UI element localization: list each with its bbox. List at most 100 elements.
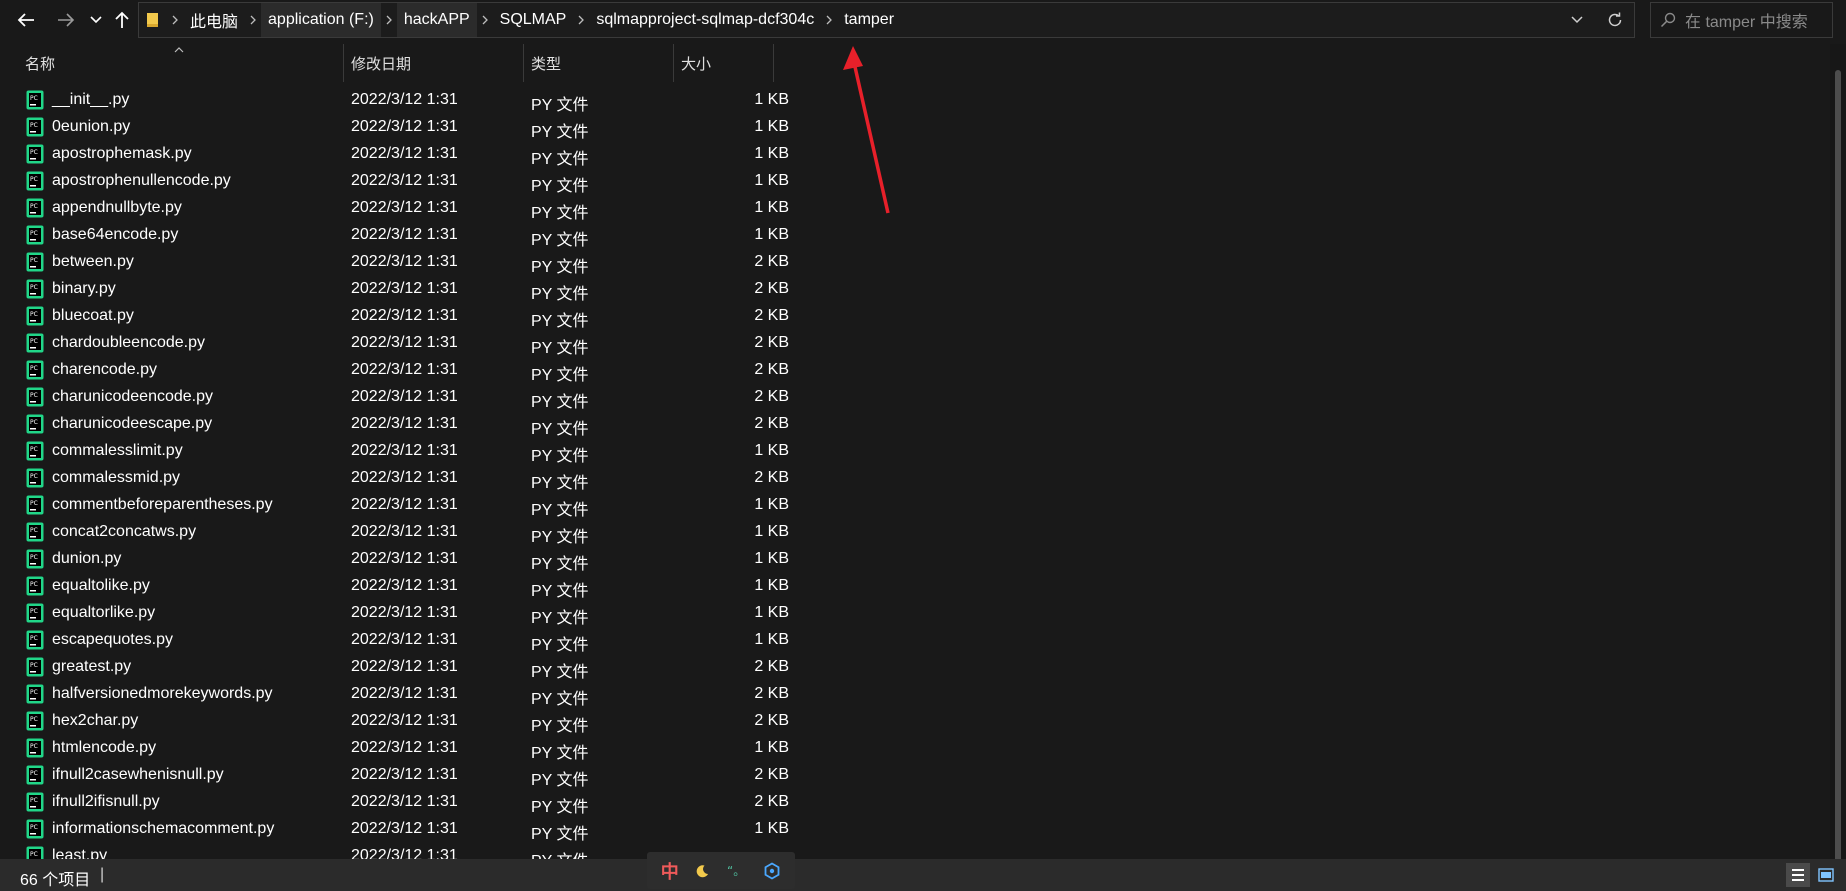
breadcrumb-tamper[interactable]: tamper	[837, 3, 901, 37]
moon-icon[interactable]	[694, 863, 710, 879]
punctuation-icon[interactable]: “。	[726, 863, 748, 879]
file-row[interactable]: PC hex2char.py 2022/3/12 1:31 PY 文件 2 KB	[24, 708, 789, 735]
file-row[interactable]: PC informationschemacomment.py 2022/3/12…	[24, 816, 789, 843]
file-size: 1 KB	[754, 820, 789, 837]
svg-text:PC: PC	[30, 473, 38, 480]
file-row[interactable]: PC apostrophemask.py 2022/3/12 1:31 PY 文…	[24, 141, 789, 168]
svg-text:PC: PC	[30, 176, 38, 183]
file-size: 2 KB	[754, 469, 789, 486]
file-row[interactable]: PC concat2concatws.py 2022/3/12 1:31 PY …	[24, 519, 789, 546]
item-count: 66 个项目	[20, 872, 91, 889]
file-size: 1 KB	[754, 631, 789, 648]
breadcrumb-separator	[477, 3, 493, 37]
pycharm-file-icon: PC	[26, 117, 44, 137]
file-date: 2022/3/12 1:31	[351, 91, 458, 108]
arrow-left-icon	[17, 13, 34, 27]
file-size: 2 KB	[754, 334, 789, 351]
search-box[interactable]: 在 tamper 中搜索	[1650, 2, 1833, 38]
large-icons-view-icon	[1818, 868, 1834, 882]
file-row[interactable]: PC htmlencode.py 2022/3/12 1:31 PY 文件 1 …	[24, 735, 789, 762]
file-type: PY 文件	[531, 232, 589, 249]
svg-text:PC: PC	[30, 608, 38, 615]
forward-button[interactable]	[55, 9, 77, 31]
file-row[interactable]: PC ifnull2ifisnull.py 2022/3/12 1:31 PY …	[24, 789, 789, 816]
up-button[interactable]	[111, 9, 133, 31]
file-row[interactable]: PC bluecoat.py 2022/3/12 1:31 PY 文件 2 KB	[24, 303, 789, 330]
file-date: 2022/3/12 1:31	[351, 820, 458, 837]
file-date: 2022/3/12 1:31	[351, 577, 458, 594]
file-date: 2022/3/12 1:31	[351, 118, 458, 135]
column-header-size[interactable]: 大小	[674, 44, 774, 82]
file-date: 2022/3/12 1:31	[351, 739, 458, 756]
breadcrumb-sqlmapproject[interactable]: sqlmapproject-sqlmap-dcf304c	[589, 3, 821, 37]
file-type: PY 文件	[531, 367, 589, 384]
scrollbar-thumb[interactable]	[1835, 70, 1841, 870]
breadcrumb-hackapp[interactable]: hackAPP	[396, 3, 477, 37]
file-name: greatest.py	[52, 658, 132, 675]
svg-text:PC: PC	[30, 392, 38, 399]
pycharm-file-icon: PC	[26, 279, 44, 299]
file-row[interactable]: PC commalesslimit.py 2022/3/12 1:31 PY 文…	[24, 438, 789, 465]
file-name: escapequotes.py	[52, 631, 173, 648]
file-row[interactable]: PC commalessmid.py 2022/3/12 1:31 PY 文件 …	[24, 465, 789, 492]
file-size: 2 KB	[754, 253, 789, 270]
breadcrumb-this-pc[interactable]: 此电脑	[183, 3, 245, 37]
pycharm-file-icon: PC	[26, 846, 44, 859]
file-name: __init__.py	[52, 91, 130, 108]
ime-mode-toggle[interactable]: 中	[661, 858, 679, 884]
file-row[interactable]: PC ifnull2casewhenisnull.py 2022/3/12 1:…	[24, 762, 789, 789]
file-type: PY 文件	[531, 205, 589, 222]
file-row[interactable]: PC commentbeforeparentheses.py 2022/3/12…	[24, 492, 789, 519]
file-row[interactable]: PC halfversionedmorekeywords.py 2022/3/1…	[24, 681, 789, 708]
file-row[interactable]: PC chardoubleencode.py 2022/3/12 1:31 PY…	[24, 330, 789, 357]
file-date: 2022/3/12 1:31	[351, 226, 458, 243]
file-row[interactable]: PC base64encode.py 2022/3/12 1:31 PY 文件 …	[24, 222, 789, 249]
file-row[interactable]: PC binary.py 2022/3/12 1:31 PY 文件 2 KB	[24, 276, 789, 303]
file-row[interactable]: PC escapequotes.py 2022/3/12 1:31 PY 文件 …	[24, 627, 789, 654]
file-type: PY 文件	[531, 259, 589, 276]
file-date: 2022/3/12 1:31	[351, 550, 458, 567]
back-button[interactable]	[15, 9, 37, 31]
address-bar-actions	[1558, 3, 1634, 37]
file-date: 2022/3/12 1:31	[351, 388, 458, 405]
file-row[interactable]: PC dunion.py 2022/3/12 1:31 PY 文件 1 KB	[24, 546, 789, 573]
file-size: 1 KB	[754, 226, 789, 243]
address-bar[interactable]: 此电脑 application (F:) hackAPP SQLMAP sqlm…	[138, 2, 1635, 38]
file-row[interactable]: PC charunicodeescape.py 2022/3/12 1:31 P…	[24, 411, 789, 438]
breadcrumb-sqlmap[interactable]: SQLMAP	[493, 3, 574, 37]
file-row[interactable]: PC equaltorlike.py 2022/3/12 1:31 PY 文件 …	[24, 600, 789, 627]
file-row[interactable]: PC equaltolike.py 2022/3/12 1:31 PY 文件 1…	[24, 573, 789, 600]
recent-locations-button[interactable]	[85, 9, 107, 31]
file-name: commalessmid.py	[52, 469, 181, 486]
column-header-date[interactable]: 修改日期	[344, 44, 524, 82]
file-date: 2022/3/12 1:31	[351, 604, 458, 621]
large-icons-view-button[interactable]	[1814, 863, 1838, 887]
svg-text:PC: PC	[30, 95, 38, 102]
file-row[interactable]: PC charencode.py 2022/3/12 1:31 PY 文件 2 …	[24, 357, 789, 384]
file-date: 2022/3/12 1:31	[351, 199, 458, 216]
refresh-button[interactable]	[1596, 3, 1634, 37]
file-row[interactable]: PC __init__.py 2022/3/12 1:31 PY 文件 1 KB	[24, 87, 789, 114]
vertical-scrollbar[interactable]	[1830, 44, 1846, 870]
column-header-size-label: 大小	[681, 55, 712, 73]
column-header-name-label: 名称	[25, 55, 56, 73]
file-row[interactable]: PC 0eunion.py 2022/3/12 1:31 PY 文件 1 KB	[24, 114, 789, 141]
file-row[interactable]: PC between.py 2022/3/12 1:31 PY 文件 2 KB	[24, 249, 789, 276]
svg-text:PC: PC	[30, 311, 38, 318]
pycharm-file-icon: PC	[26, 792, 44, 812]
file-row[interactable]: PC charunicodeencode.py 2022/3/12 1:31 P…	[24, 384, 789, 411]
address-history-dropdown[interactable]	[1558, 3, 1596, 37]
file-name: equaltolike.py	[52, 577, 150, 594]
svg-text:PC: PC	[30, 716, 38, 723]
svg-text:PC: PC	[30, 257, 38, 264]
column-header-type[interactable]: 类型	[524, 44, 674, 82]
settings-icon[interactable]	[763, 861, 781, 880]
file-size: 1 KB	[754, 739, 789, 756]
file-name: dunion.py	[52, 550, 122, 567]
file-row[interactable]: PC appendnullbyte.py 2022/3/12 1:31 PY 文…	[24, 195, 789, 222]
file-row[interactable]: PC greatest.py 2022/3/12 1:31 PY 文件 2 KB	[24, 654, 789, 681]
details-view-button[interactable]	[1786, 863, 1810, 887]
file-row[interactable]: PC apostrophenullencode.py 2022/3/12 1:3…	[24, 168, 789, 195]
file-type: PY 文件	[531, 745, 589, 762]
breadcrumb-drive[interactable]: application (F:)	[261, 3, 381, 37]
